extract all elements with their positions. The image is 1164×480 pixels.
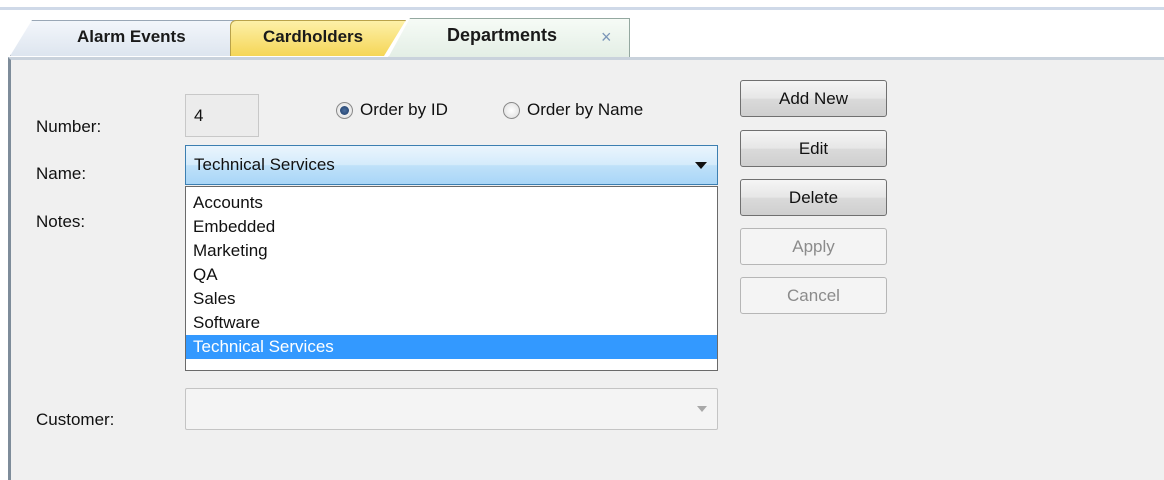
dropdown-option[interactable]: Accounts [186, 191, 717, 215]
edit-button[interactable]: Edit [740, 130, 887, 167]
tab-label: Departments [447, 25, 558, 45]
tab-departments[interactable]: Departments × [388, 18, 630, 58]
customer-combobox[interactable] [185, 388, 718, 430]
tab-strip-border [0, 7, 1164, 10]
dropdown-option[interactable]: QA [186, 263, 717, 287]
apply-button[interactable]: Apply [740, 228, 887, 265]
tab-label: Cardholders [263, 27, 364, 46]
number-value: 4 [194, 106, 204, 125]
dropdown-arrow-icon[interactable] [697, 406, 707, 412]
tab-cardholders[interactable]: Cardholders [230, 20, 406, 56]
name-label: Name: [36, 164, 87, 183]
radio-unselected-icon [503, 101, 520, 119]
customer-label: Customer: [36, 410, 115, 429]
number-field: 4 [185, 94, 259, 137]
close-icon[interactable]: × [601, 27, 612, 48]
radio-selected-icon [336, 101, 353, 119]
notes-label: Notes: [36, 212, 86, 231]
order-by-name-radio[interactable]: Order by Name [503, 98, 643, 122]
dropdown-arrow-icon[interactable] [695, 162, 707, 169]
dropdown-option[interactable]: Marketing [186, 239, 717, 263]
dropdown-option[interactable]: Embedded [186, 215, 717, 239]
tab-alarm-events[interactable]: Alarm Events [10, 20, 245, 56]
delete-button[interactable]: Delete [740, 179, 887, 216]
dropdown-option[interactable]: Sales [186, 287, 717, 311]
tab-strip: Alarm Events Cardholders Departments × [0, 0, 1164, 60]
tab-label: Alarm Events [77, 27, 186, 46]
number-label: Number: [36, 117, 102, 136]
order-by-name-label: Order by Name [527, 100, 644, 119]
name-combobox-value: Technical Services [194, 155, 335, 174]
dropdown-option[interactable]: Software [186, 311, 717, 335]
order-by-id-radio[interactable]: Order by ID [336, 98, 448, 122]
add-new-button[interactable]: Add New [740, 80, 887, 117]
order-by-id-label: Order by ID [360, 100, 448, 119]
name-dropdown-list: Accounts Embedded Marketing QA Sales Sof… [185, 186, 718, 371]
name-combobox[interactable]: Technical Services [185, 145, 718, 185]
cancel-button[interactable]: Cancel [740, 277, 887, 314]
dropdown-option-selected[interactable]: Technical Services [186, 335, 717, 359]
